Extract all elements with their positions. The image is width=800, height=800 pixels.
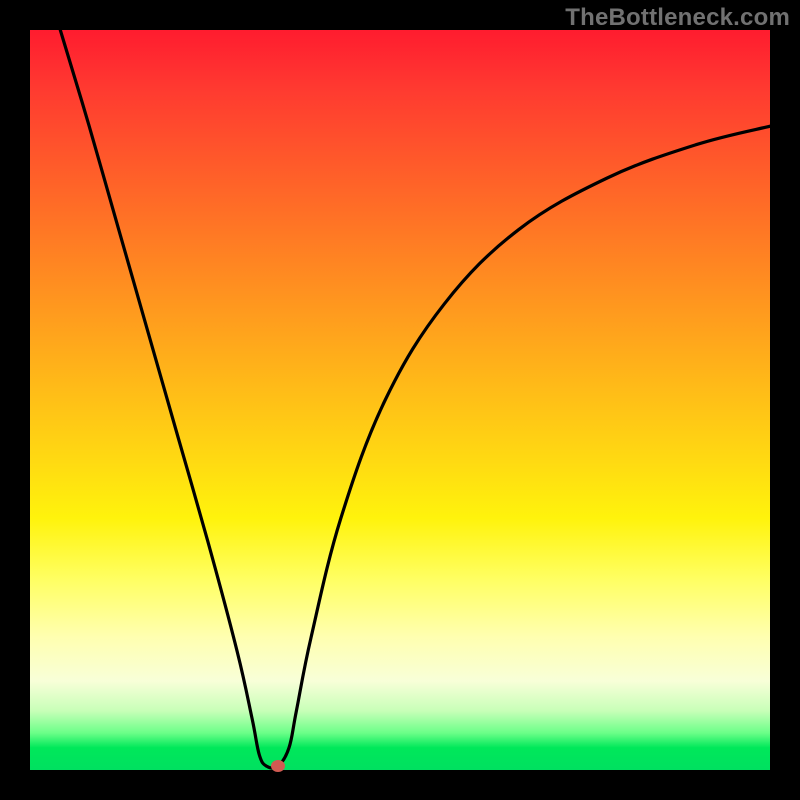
curve-svg — [30, 30, 770, 770]
watermark-text: TheBottleneck.com — [565, 4, 790, 32]
chart-frame: TheBottleneck.com — [0, 0, 800, 800]
bottleneck-curve — [60, 30, 770, 768]
minimum-marker — [271, 760, 285, 772]
plot-area — [30, 30, 770, 770]
